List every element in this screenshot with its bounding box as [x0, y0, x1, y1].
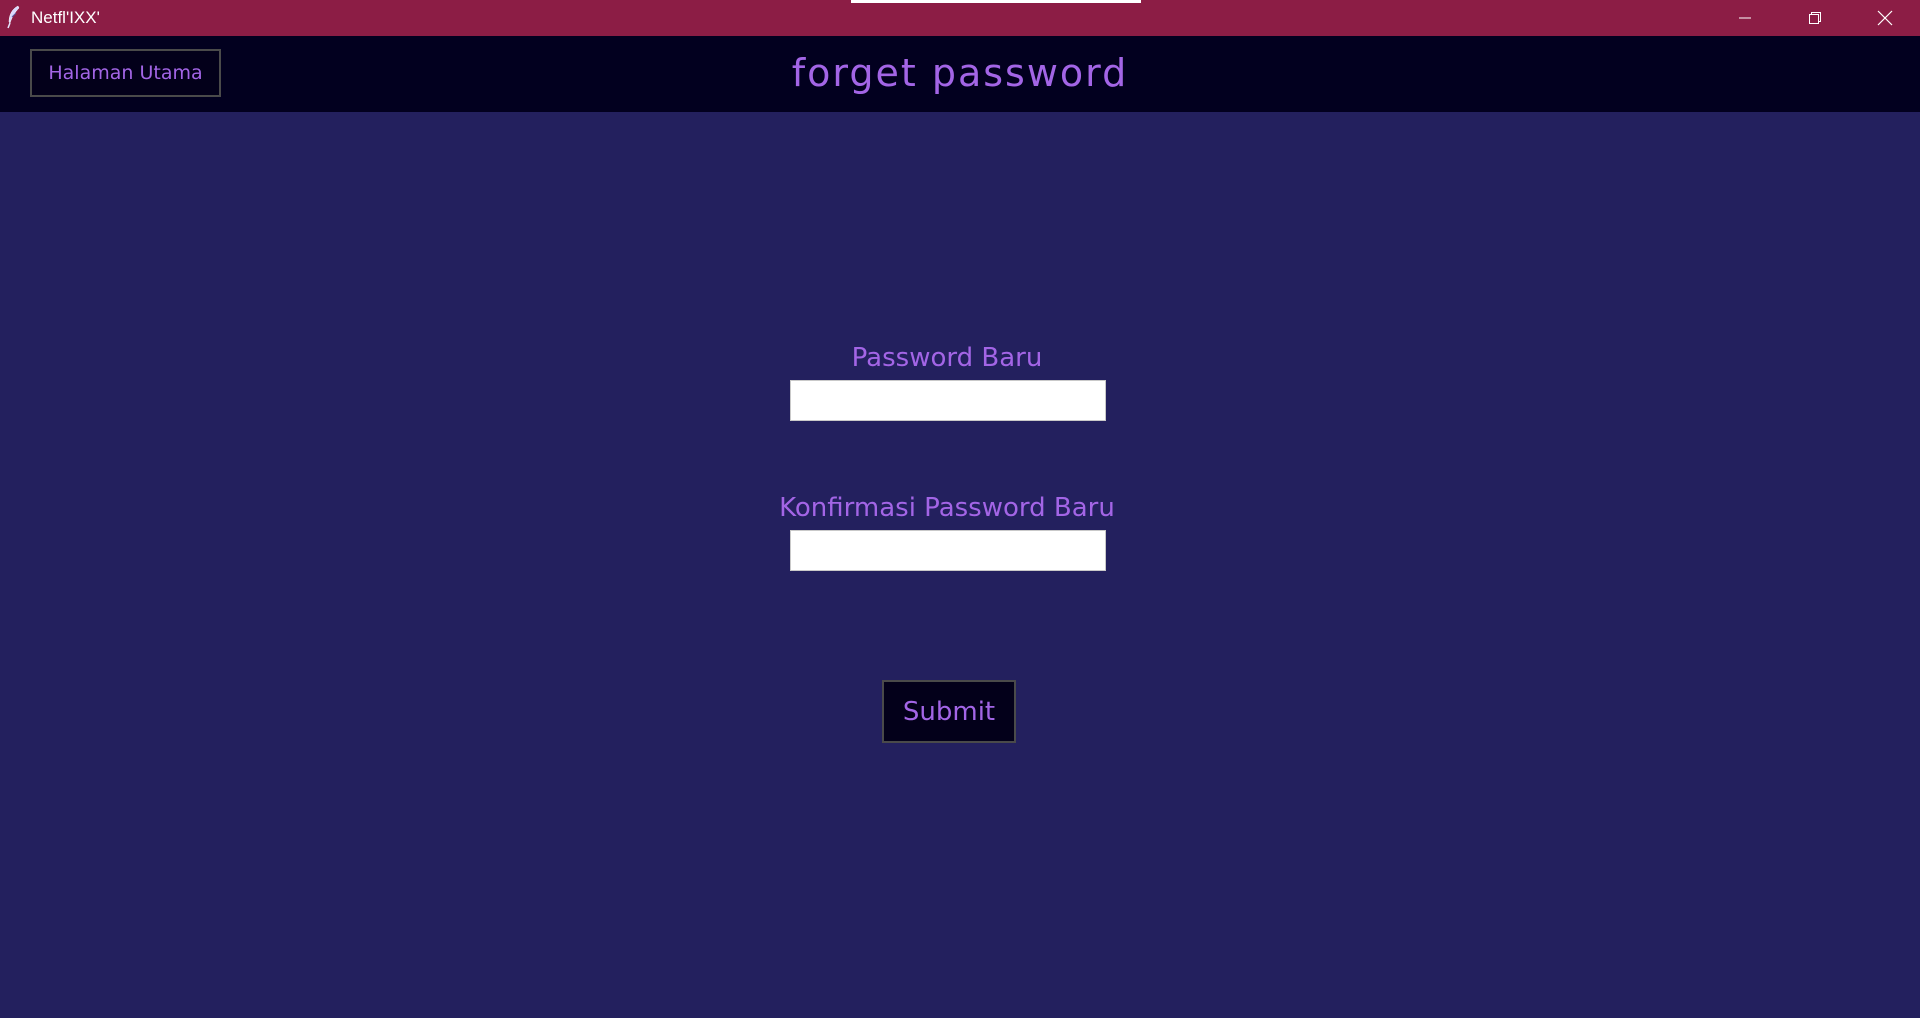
- title-bar[interactable]: Netfl'IXX': [0, 0, 1920, 36]
- minimize-icon: [1738, 11, 1752, 25]
- page-title: forget password: [791, 51, 1129, 95]
- window-title: Netfl'IXX': [31, 8, 100, 27]
- submit-button[interactable]: Submit: [882, 680, 1016, 743]
- new-password-label: Password Baru: [851, 343, 1043, 373]
- close-button[interactable]: [1850, 0, 1920, 36]
- restore-button[interactable]: [1780, 0, 1850, 36]
- restore-icon: [1808, 11, 1822, 25]
- minimize-button[interactable]: [1710, 0, 1780, 36]
- title-bar-highlight: [851, 0, 1141, 3]
- feather-icon: [6, 5, 22, 29]
- confirm-password-field[interactable]: [790, 530, 1106, 571]
- new-password-field[interactable]: [790, 380, 1106, 421]
- app-window: Netfl'IXX' Halaman Utama forget password…: [0, 0, 1920, 1018]
- home-button[interactable]: Halaman Utama: [30, 49, 221, 97]
- header-bar: Halaman Utama forget password: [0, 36, 1920, 112]
- close-icon: [1877, 10, 1893, 26]
- confirm-password-label: Konfirmasi Password Baru: [779, 493, 1115, 523]
